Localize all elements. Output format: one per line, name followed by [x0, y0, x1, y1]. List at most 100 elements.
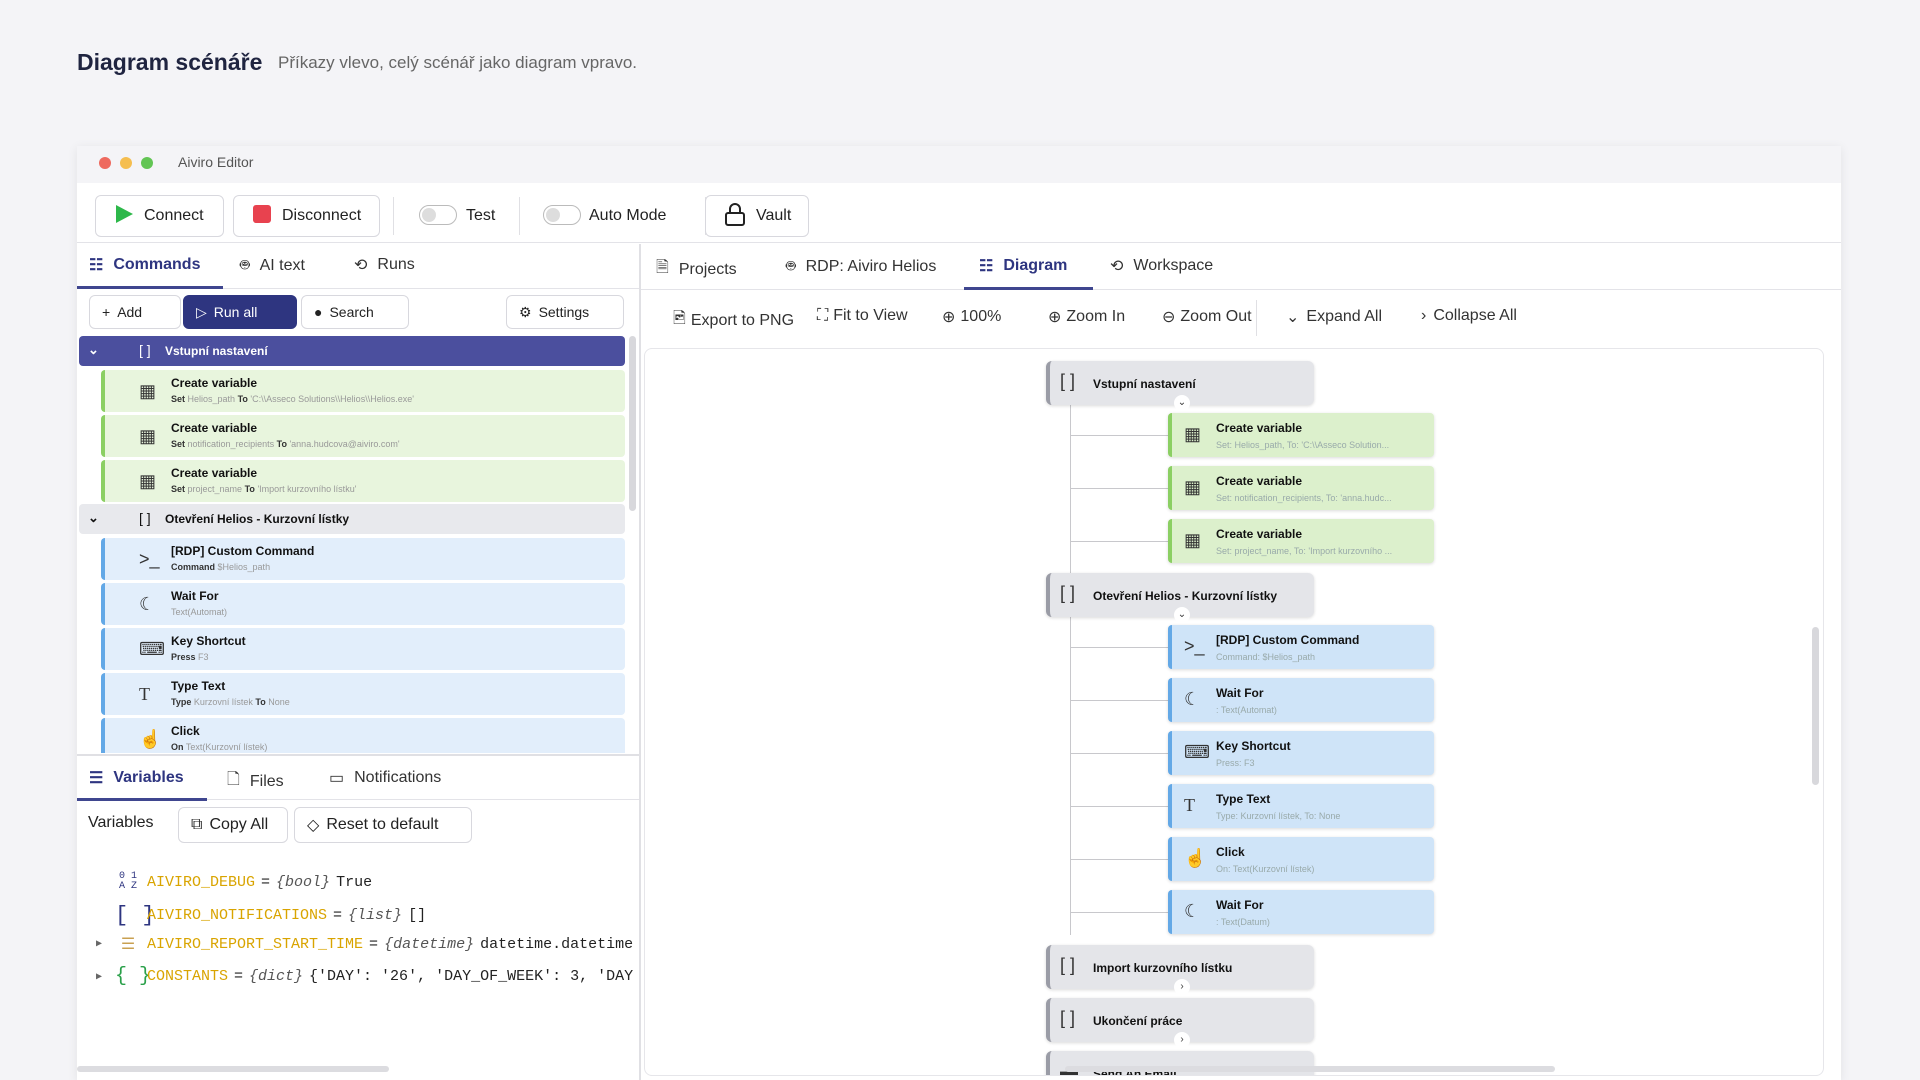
zoom-in-button[interactable]: ⊕ Zoom In [1048, 307, 1125, 327]
chevron-right-icon[interactable]: › [1174, 979, 1190, 995]
terminal-icon: >_ [1184, 636, 1205, 656]
diagram-node[interactable]: ☝ Click On: Text(Kurzovní lístek) [1168, 837, 1434, 881]
copy-all-button[interactable]: ⧉ Copy All [178, 807, 288, 843]
diagram-canvas[interactable]: [ ] Vstupní nastavení ⌄ ▦ Create variable… [644, 348, 1824, 1076]
chevron-down-icon[interactable]: ⌄ [88, 342, 99, 358]
command-list-scrollbar[interactable] [629, 336, 636, 511]
zoom-out-button[interactable]: ⊖ Zoom Out [1162, 307, 1252, 327]
chevron-right-icon: › [1421, 307, 1427, 324]
disconnect-button[interactable]: Disconnect [233, 195, 380, 237]
command-group[interactable]: ⌄ [ ] Vstupní nastavení [79, 336, 625, 366]
node-details: Set: project_name, To: 'Import kurzovníh… [1216, 546, 1393, 556]
run-all-button[interactable]: ▷ Run all [183, 295, 297, 329]
diagram-hscrollbar[interactable] [1065, 1066, 1555, 1072]
command-item[interactable]: ▦ Create variable Set Helios_path To 'C:… [101, 370, 625, 412]
chevron-down-icon[interactable]: ⌄ [88, 510, 99, 526]
test-toggle[interactable] [419, 205, 457, 225]
file-icon: 🗋︎ [227, 771, 240, 788]
variable-row[interactable]: 0 1A Z AIVIRO_DEBUG = {bool} True [89, 872, 372, 892]
expand-arrow-icon[interactable]: ▶ [89, 971, 109, 983]
diagram-node[interactable]: ▦ Create variable Set: notification_recipi… [1168, 466, 1434, 510]
variable-name: AIVIRO_NOTIFICATIONS [147, 907, 328, 924]
datetime-icon: ☰ [120, 936, 136, 954]
diagram-node[interactable]: >_ [RDP] Custom Command Command: $Helios_p… [1168, 625, 1434, 669]
tab-commands[interactable]: ☷ Commands [89, 255, 200, 275]
auto-mode-toggle[interactable] [543, 205, 581, 225]
diagram-group-node[interactable]: [ ] Otevření Helios - Kurzovní lístky ⌄ [1046, 573, 1314, 623]
diagram-node[interactable]: ⌨ Key Shortcut Press: F3 [1168, 731, 1434, 775]
minimize-window-button[interactable] [120, 157, 132, 169]
diagram-group-node[interactable]: [ ] Import kurzovního lístku › [1046, 945, 1314, 995]
diagram-group-node[interactable]: ▬ Send An Email [1046, 1051, 1314, 1075]
tab-files[interactable]: 🗋︎ Files [227, 768, 284, 795]
variable-value: [] [408, 907, 427, 924]
sort-alpha-icon: 0 1A Z [118, 871, 137, 892]
diagram-node[interactable]: ▦ Create variable Set: project_name, To: '… [1168, 519, 1434, 563]
panel-divider[interactable] [639, 244, 641, 1080]
command-item[interactable]: ☾ Wait For Text(Automat) [101, 583, 625, 625]
export-png-button[interactable]: 🖻︎ Export to PNG [673, 307, 794, 334]
chevron-right-icon[interactable]: › [1174, 1032, 1190, 1048]
diagram-node[interactable]: ▦ Create variable Set: Helios_path, To: 'C… [1168, 413, 1434, 457]
export-label: Export to PNG [690, 311, 795, 329]
tab-notifications[interactable]: ▭ Notifications [329, 768, 441, 788]
tab-rdp[interactable]: 🤖︎ RDP: Aiviro Helios [786, 256, 936, 278]
diagram-toolbar: 🖻︎ Export to PNG ⛶ Fit to View ⊕ 100% ⊕ Zoom… [641, 290, 1841, 344]
tab-ai-text[interactable]: 🤖︎ AI text [240, 255, 305, 277]
collapse-all-button[interactable]: › Collapse All [1421, 307, 1517, 325]
variable-type: {dict} [249, 968, 304, 985]
variable-row[interactable]: ▶ { } CONSTANTS = {dict} {'DAY': '26', 'DAY_… [89, 965, 633, 988]
settings-button[interactable]: ⚙ Settings [506, 295, 624, 329]
variables-hscrollbar[interactable] [77, 1066, 389, 1072]
close-window-button[interactable] [99, 157, 111, 169]
variable-name: AIVIRO_REPORT_START_TIME [147, 935, 364, 953]
command-item[interactable]: ⌨ Key Shortcut Press F3 [101, 628, 625, 670]
chevron-down-icon[interactable]: ⌄ [1174, 395, 1190, 411]
command-item[interactable]: ▦ Create variable Set project_name To 'I… [101, 460, 625, 502]
add-button[interactable]: + Add [89, 295, 181, 329]
collapse-label: Collapse All [1433, 307, 1517, 324]
variable-row[interactable]: [ ] AIVIRO_NOTIFICATIONS = {list} [] [89, 903, 426, 928]
diagram-node[interactable]: T Type Text Type: Kurzovní lístek, To: Non… [1168, 784, 1434, 828]
tab-workspace[interactable]: ⟲ Workspace [1110, 256, 1213, 276]
command-item[interactable]: ▦ Create variable Set notification_recip… [101, 415, 625, 457]
expand-all-button[interactable]: ⌄ Expand All [1286, 307, 1382, 327]
diagram-node[interactable]: ☾ Wait For: Text(Automat) [1168, 678, 1434, 722]
maximize-window-button[interactable] [141, 157, 153, 169]
tab-variables[interactable]: ☰ Variables [89, 768, 184, 788]
test-label: Test [466, 207, 496, 224]
tab-runs[interactable]: ⟲ Runs [354, 255, 415, 275]
variable-name: AIVIRO_DEBUG [147, 873, 256, 891]
expand-arrow-icon[interactable]: ▶ [89, 938, 109, 950]
tab-diagram[interactable]: ☷ Diagram [979, 256, 1067, 276]
zoom-level-button[interactable]: ⊕ 100% [942, 307, 1001, 327]
tab-rdp-label: RDP: Aiviro Helios [805, 258, 937, 275]
search-button[interactable]: ● Search [301, 295, 409, 329]
diagram-vscrollbar[interactable] [1812, 627, 1819, 785]
document-icon: 🗎︎ [656, 259, 669, 276]
command-item[interactable]: T Type Text Type Kurzovní lístek To None [101, 673, 625, 715]
command-item[interactable]: >_ [RDP] Custom Command Command $Helios_… [101, 538, 625, 580]
diagram-group-node[interactable]: [ ] Ukončení práce › [1046, 998, 1314, 1048]
chevron-down-icon[interactable]: ⌄ [1174, 607, 1190, 623]
tab-projects[interactable]: 🗎︎ Projects [656, 256, 737, 283]
gear-icon: ⚙ [519, 303, 532, 320]
eraser-icon: ◇ [307, 817, 320, 834]
copy-icon: ⧉ [191, 816, 203, 833]
list-icon: ☷ [89, 257, 104, 274]
variable-row[interactable]: ▶ ☰ AIVIRO_REPORT_START_TIME = {datetime} da… [89, 934, 633, 955]
variable-value: True [336, 873, 373, 891]
connect-button[interactable]: Connect [95, 195, 224, 237]
diagram-node[interactable]: ☾ Wait For: Text(Datum) [1168, 890, 1434, 934]
vault-button[interactable]: Vault [705, 195, 809, 237]
equals-sign: = [261, 873, 271, 891]
group-node-label: Import kurzovního lístku [1093, 961, 1233, 975]
diagram-group-node[interactable]: [ ] Vstupní nastavení ⌄ [1046, 361, 1314, 411]
reset-button[interactable]: ◇ Reset to default [294, 807, 472, 843]
fit-to-view-button[interactable]: ⛶ Fit to View [817, 307, 908, 325]
auto-mode-label: Auto Mode [589, 207, 667, 224]
command-group[interactable]: ⌄ [ ] Otevření Helios - Kurzovní lístky [79, 504, 625, 534]
bottom-tabs: ☰ Variables 🗋︎ Files ▭ Notifications [77, 754, 639, 801]
node-details: Type: Kurzovní lístek, To: None [1216, 811, 1341, 821]
command-item[interactable]: ☝ Click On Text(Kurzovní lístek) [101, 718, 625, 753]
